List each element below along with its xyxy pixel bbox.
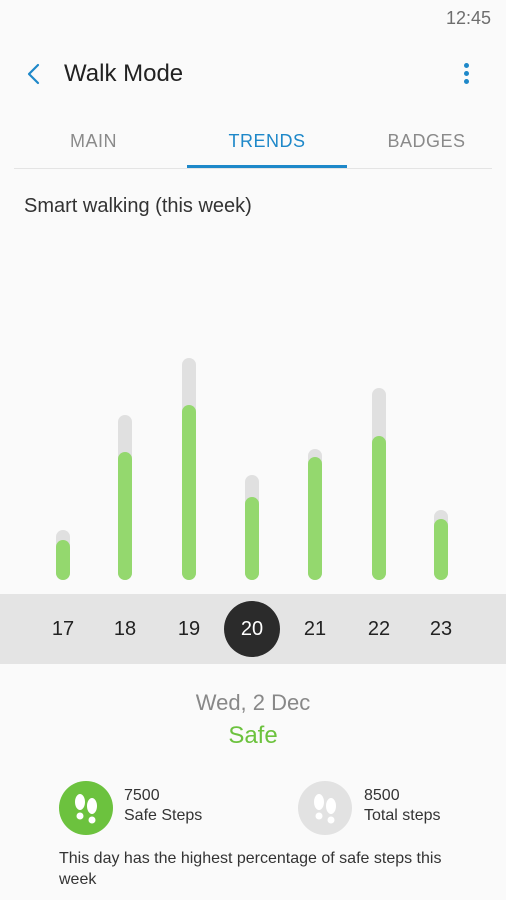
total-steps-value: 8500 [364, 787, 400, 804]
app-header: Walk Mode [0, 48, 506, 100]
date-label-19[interactable]: 19 [161, 594, 217, 664]
chevron-left-icon [27, 63, 40, 85]
safe-steps-bar [434, 519, 448, 580]
tab-trends[interactable]: TRENDS [187, 116, 347, 168]
tab-bar: MAIN TRENDS BADGES [14, 116, 492, 169]
date-label-21[interactable]: 21 [287, 594, 343, 664]
status-bar: 12:45 [0, 0, 506, 36]
more-options-button[interactable] [450, 58, 482, 90]
date-label-22[interactable]: 22 [351, 594, 407, 664]
date-label-20[interactable]: 20 [224, 601, 280, 657]
total-steps-label: Total steps [364, 807, 441, 824]
safe-steps-bar [245, 497, 259, 580]
safe-steps-bar [308, 457, 322, 580]
selected-day-date: Wed, 2 Dec [195, 690, 311, 715]
page-title: Walk Mode [64, 60, 184, 87]
safe-steps-bar [182, 405, 196, 580]
safe-steps-label: Safe Steps [124, 807, 203, 824]
date-selector: 17 18 19 20 21 22 23 [0, 594, 506, 664]
safe-steps-bar [118, 452, 132, 580]
tab-main[interactable]: MAIN [14, 116, 173, 168]
safe-steps-bar [372, 436, 386, 580]
date-label-23[interactable]: 23 [413, 594, 469, 664]
back-button[interactable] [18, 58, 50, 90]
date-label-17[interactable]: 17 [35, 594, 91, 664]
safe-steps-value: 7500 [124, 787, 160, 804]
weekly-bar-chart [0, 340, 506, 590]
safe-steps-footprints-icon [59, 781, 113, 835]
safe-steps-bar [56, 540, 70, 580]
tab-badges[interactable]: BADGES [347, 116, 506, 168]
insight-note: This day has the highest percentage of s… [59, 850, 442, 888]
total-steps-footprints-icon [298, 781, 352, 835]
date-label-18[interactable]: 18 [97, 594, 153, 664]
selected-day-status: Safe [228, 722, 278, 749]
status-time: 12:45 [445, 8, 491, 28]
active-tab-indicator [187, 165, 347, 168]
chart-title: Smart walking (this week) [24, 195, 252, 217]
